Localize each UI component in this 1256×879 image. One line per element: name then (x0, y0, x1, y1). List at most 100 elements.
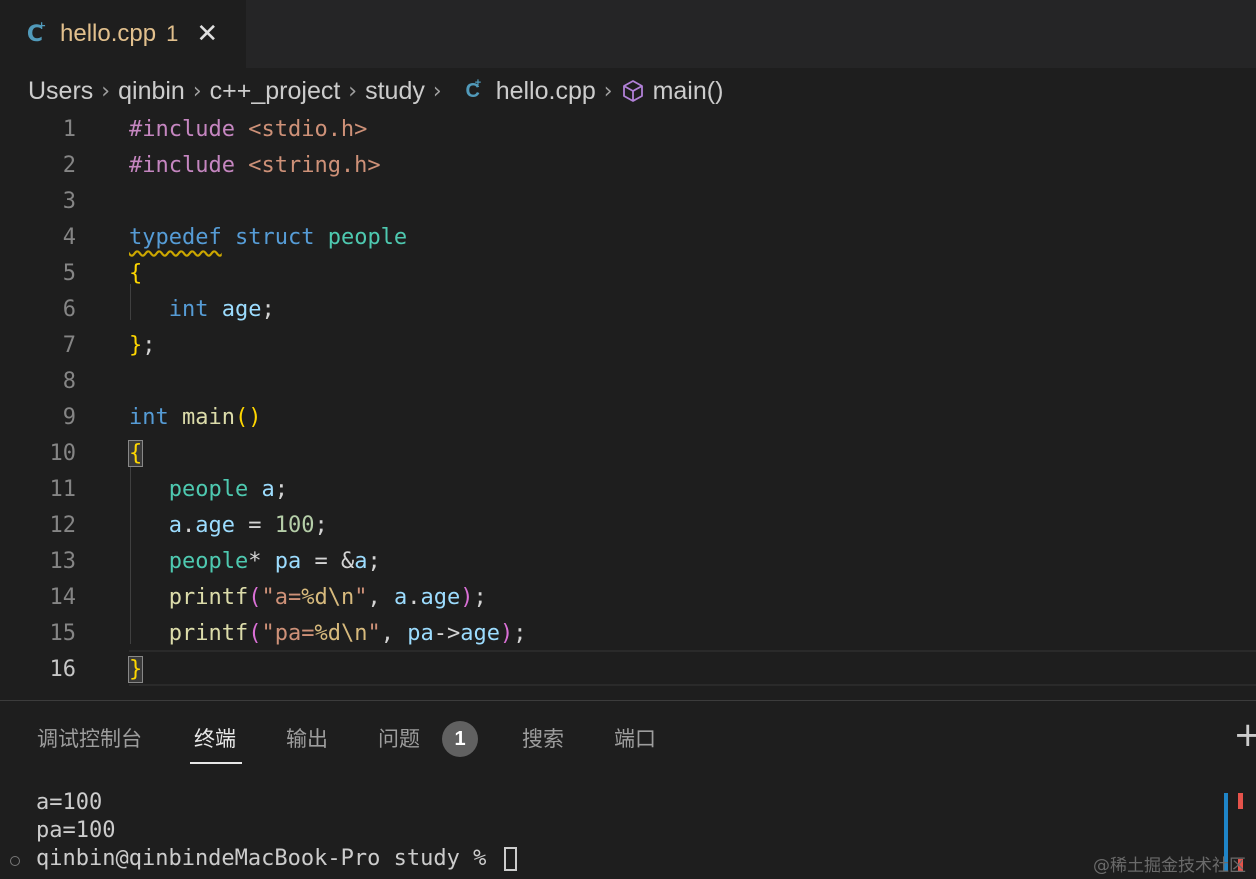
code-token: , (381, 621, 408, 646)
breadcrumb-item-study[interactable]: study (365, 77, 425, 106)
terminal-status-icon (10, 856, 20, 866)
code-token: { (129, 441, 142, 466)
problems-count-badge: 1 (442, 721, 478, 757)
code-token: ; (262, 297, 275, 322)
code-token: age (460, 621, 500, 646)
code-line[interactable]: 5{ (0, 256, 1256, 292)
chevron-right-icon: › (193, 79, 202, 104)
code-line[interactable]: 3 (0, 184, 1256, 220)
code-line[interactable]: 16} (0, 652, 1256, 688)
tab-hello-cpp[interactable]: C+ hello.cpp 1 ✕ (0, 0, 246, 68)
code-line[interactable]: 10{ (0, 436, 1256, 472)
code-token: ; (142, 333, 155, 358)
code-editor[interactable]: 1#include <stdio.h>2#include <string.h>3… (0, 112, 1256, 700)
line-number: 7 (0, 328, 76, 364)
line-number: 12 (0, 508, 76, 544)
code-token (129, 549, 169, 574)
code-text: typedef struct people (129, 220, 407, 256)
code-token: struct (235, 225, 314, 250)
line-number: 5 (0, 256, 76, 292)
cpp-file-icon: C+ (460, 80, 486, 103)
cpp-file-icon: C+ (22, 22, 48, 47)
breadcrumb-item-users[interactable]: Users (28, 77, 93, 106)
code-token: 100 (275, 513, 315, 538)
code-line[interactable]: 7}; (0, 328, 1256, 364)
code-token: #include (129, 153, 248, 178)
code-line[interactable]: 1#include <stdio.h> (0, 112, 1256, 148)
tab-ports[interactable]: 端口 (614, 723, 656, 753)
tab-problem-badge: 1 (166, 21, 178, 47)
breadcrumb-item-project[interactable]: c++_project (210, 77, 341, 106)
tab-search[interactable]: 搜索 (522, 723, 564, 753)
tab-output[interactable]: 输出 (286, 723, 328, 753)
code-token: a (354, 549, 367, 574)
tab-terminal[interactable]: 终端 (194, 723, 236, 753)
bottom-panel: 调试控制台 终端 输出 问题 1 搜索 端口 + a=100pa=100qinb… (0, 700, 1256, 879)
code-text: { (129, 256, 142, 292)
code-line[interactable]: 8 (0, 364, 1256, 400)
breadcrumb: Users › qinbin › c++_project › study › C… (0, 68, 1256, 114)
breadcrumb-item-file[interactable]: hello.cpp (496, 77, 596, 106)
code-token: a (169, 513, 182, 538)
breadcrumb-item-qinbin[interactable]: qinbin (118, 77, 185, 106)
code-token (169, 405, 182, 430)
code-text: } (129, 652, 142, 688)
code-token: } (129, 333, 142, 358)
line-number: 11 (0, 472, 76, 508)
watermark: @稀土掘金技术社区 (1093, 851, 1246, 876)
line-number: 9 (0, 400, 76, 436)
code-line[interactable]: 2#include <string.h> (0, 148, 1256, 184)
code-token: pa (407, 621, 434, 646)
code-text: }; (129, 328, 156, 364)
code-token: ; (513, 621, 526, 646)
line-number: 13 (0, 544, 76, 580)
code-line[interactable]: 13 people* pa = &a; (0, 544, 1256, 580)
code-token: int (169, 297, 209, 322)
code-token: int (129, 405, 169, 430)
code-token: = (235, 513, 275, 538)
code-token (129, 477, 169, 502)
code-text: a.age = 100; (129, 508, 328, 544)
tab-debug-console[interactable]: 调试控制台 (37, 723, 142, 753)
cube-icon (621, 79, 645, 103)
code-line[interactable]: 11 people a; (0, 472, 1256, 508)
code-token (222, 225, 235, 250)
chevron-right-icon: › (348, 79, 357, 104)
code-token: age (195, 513, 235, 538)
tab-problems[interactable]: 问题 (378, 723, 420, 753)
code-token: -> (434, 621, 461, 646)
line-number: 14 (0, 580, 76, 616)
chevron-right-icon: › (604, 79, 613, 104)
close-icon[interactable]: ✕ (196, 21, 218, 47)
code-token: * (248, 549, 275, 574)
code-text: int age; (129, 292, 275, 328)
breadcrumb-item-symbol[interactable]: main() (653, 77, 724, 106)
code-token (129, 513, 169, 538)
code-line[interactable]: 6 int age; (0, 292, 1256, 328)
code-line[interactable]: 4typedef struct people (0, 220, 1256, 256)
editor-tab-bar: C+ hello.cpp 1 ✕ (0, 0, 1256, 68)
code-token: () (235, 405, 262, 430)
code-token: a (394, 585, 407, 610)
code-text: printf("a=%d\n", a.age); (129, 580, 487, 616)
code-token: ; (275, 477, 288, 502)
line-number: 15 (0, 616, 76, 652)
code-token: "a= (261, 585, 301, 610)
code-token: printf (169, 621, 248, 646)
code-line[interactable]: 15 printf("pa=%d\n", pa->age); (0, 616, 1256, 652)
code-text: #include <string.h> (129, 148, 381, 184)
code-token: age (222, 297, 262, 322)
code-token (129, 585, 169, 610)
new-terminal-button[interactable]: + (1234, 715, 1256, 755)
code-token: . (407, 585, 420, 610)
code-token: " (354, 585, 367, 610)
panel-tabs: 调试控制台 终端 输出 问题 1 搜索 端口 + (0, 701, 1256, 771)
code-text: #include <stdio.h> (129, 112, 367, 148)
code-line[interactable]: 9int main() (0, 400, 1256, 436)
active-tab-indicator (190, 762, 242, 764)
code-line[interactable]: 14 printf("a=%d\n", a.age); (0, 580, 1256, 616)
code-token: people (328, 225, 407, 250)
terminal-output[interactable]: a=100pa=100qinbin@qinbindeMacBook-Pro st… (36, 789, 517, 873)
code-line[interactable]: 12 a.age = 100; (0, 508, 1256, 544)
terminal-line: a=100 (36, 789, 517, 817)
